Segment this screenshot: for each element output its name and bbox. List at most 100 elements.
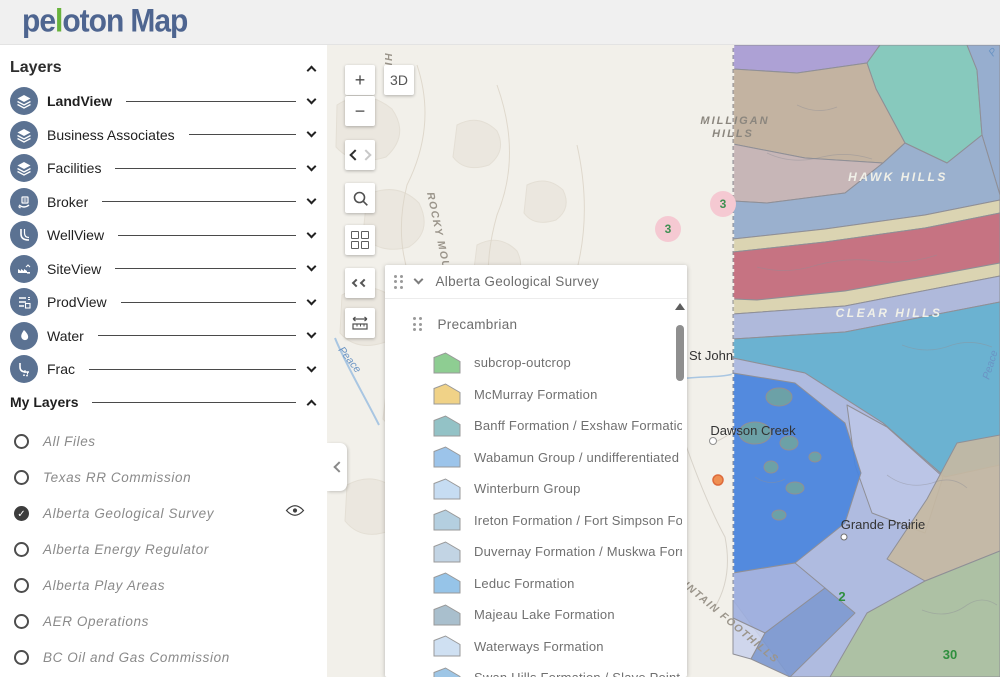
broker-hand-icon xyxy=(10,188,38,216)
legend-group-label: Precambrian xyxy=(438,317,518,332)
polygon-swatch-icon xyxy=(433,541,461,563)
legend-item-label: Duvernay Formation / Muskwa Format xyxy=(474,544,682,559)
radio-checked-icon[interactable]: ✓ xyxy=(14,506,29,521)
collapse-toolbar-button[interactable] xyxy=(345,268,375,298)
chevron-down-icon[interactable] xyxy=(413,275,423,285)
my-layer-label: Texas RR Commission xyxy=(43,470,191,485)
double-chevron-left-icon xyxy=(353,280,367,286)
cluster-badge[interactable]: 3 xyxy=(655,216,681,242)
my-layer-alberta-play-areas[interactable]: Alberta Play Areas xyxy=(10,567,315,603)
next-extent-icon[interactable] xyxy=(360,149,371,160)
legend-item-label: Ireton Formation / Fort Simpson Form xyxy=(474,513,682,528)
divider-line xyxy=(92,402,296,403)
layer-group-water[interactable]: Water xyxy=(10,322,315,350)
basemap-gallery-button[interactable] xyxy=(345,225,375,255)
radio-unchecked-icon[interactable] xyxy=(14,578,29,593)
scrollbar-thumb[interactable] xyxy=(676,325,684,381)
layer-group-label: WellView xyxy=(47,227,104,243)
polygon-swatch-icon xyxy=(433,572,461,594)
cluster-count: 3 xyxy=(665,222,672,236)
chevron-down-icon[interactable] xyxy=(307,94,317,104)
map-canvas[interactable]: MILLIGAN HILLS HAWK HILLS CLEAR HILLS RO… xyxy=(327,45,1000,677)
chevron-down-icon[interactable] xyxy=(307,128,317,138)
3d-view-button[interactable]: 3D xyxy=(384,65,414,95)
cluster-count: 3 xyxy=(720,197,727,211)
layer-group-frac[interactable]: Frac xyxy=(10,355,315,383)
divider-line xyxy=(98,335,296,336)
drag-handle-icon[interactable] xyxy=(413,317,422,331)
previous-extent-icon[interactable] xyxy=(349,149,360,160)
legend-item-label: Swan Hills Formation / Slave Point For xyxy=(474,670,682,677)
my-layers-section-header[interactable]: My Layers xyxy=(10,389,315,415)
layers-icon xyxy=(10,121,38,149)
radio-unchecked-icon[interactable] xyxy=(14,614,29,629)
chevron-down-icon[interactable] xyxy=(307,228,317,238)
radio-unchecked-icon[interactable] xyxy=(14,650,29,665)
dawson-creek-marker xyxy=(710,438,717,445)
my-layer-label: Alberta Play Areas xyxy=(43,578,165,593)
divider-line xyxy=(121,302,296,303)
chevron-down-icon[interactable] xyxy=(307,329,317,339)
polygon-swatch-icon xyxy=(433,478,461,500)
polygon-swatch-icon xyxy=(433,415,461,437)
polygon-swatch-icon xyxy=(433,352,461,374)
my-layer-all-files[interactable]: All Files xyxy=(10,423,315,459)
radio-unchecked-icon[interactable] xyxy=(14,542,29,557)
zoom-out-button[interactable]: − xyxy=(345,96,375,126)
layer-group-siteview[interactable]: SiteView xyxy=(10,255,315,283)
legend-item: Banff Formation / Exshaw Formation xyxy=(402,410,687,442)
polygon-swatch-icon xyxy=(433,635,461,657)
legend-item-label: Leduc Formation xyxy=(474,576,575,591)
legend-item: Waterways Formation xyxy=(402,631,687,663)
my-layer-alberta-energy-regulator[interactable]: Alberta Energy Regulator xyxy=(10,531,315,567)
layer-group-wellview[interactable]: WellView xyxy=(10,221,315,249)
layer-group-broker[interactable]: Broker xyxy=(10,188,315,216)
radio-unchecked-icon[interactable] xyxy=(14,470,29,485)
polygon-swatch-icon xyxy=(433,509,461,531)
logo-text: pe xyxy=(22,4,55,40)
chevron-down-icon[interactable] xyxy=(307,195,317,205)
chevron-down-icon[interactable] xyxy=(307,295,317,305)
layers-section-header[interactable]: Layers xyxy=(10,59,315,77)
radio-unchecked-icon[interactable] xyxy=(14,434,29,449)
my-layer-aer-operations[interactable]: AER Operations xyxy=(10,603,315,639)
polygon-swatch-icon xyxy=(433,604,461,626)
search-icon xyxy=(352,190,369,207)
layer-group-prodview[interactable]: ProdView xyxy=(10,288,315,316)
layer-group-business-associates[interactable]: Business Associates xyxy=(10,121,315,149)
search-button[interactable] xyxy=(345,183,375,213)
layer-group-facilities[interactable]: Facilities xyxy=(10,154,315,182)
my-layer-bc-oil-and-gas-commission[interactable]: BC Oil and Gas Commission xyxy=(10,639,315,675)
prev-next-extent-button[interactable] xyxy=(345,140,375,170)
layer-group-label: ProdView xyxy=(47,294,107,310)
legend-item: Wabamun Group / undifferentiated D xyxy=(402,442,687,474)
app-header: pelotonMap xyxy=(0,0,1000,45)
cluster-badge[interactable]: 3 xyxy=(710,191,736,217)
my-layer-texas-rr-commission[interactable]: Texas RR Commission xyxy=(10,459,315,495)
milligan-hills-label: HILLS xyxy=(712,128,754,140)
drag-handle-icon[interactable] xyxy=(394,275,403,289)
my-layer-alberta-geological-survey[interactable]: ✓ Alberta Geological Survey xyxy=(10,495,315,531)
zoom-in-button[interactable]: + xyxy=(345,65,375,95)
milligan-hills-label: MILLIGAN xyxy=(700,115,769,127)
chevron-up-icon[interactable] xyxy=(307,65,317,75)
legend-panel-title: Alberta Geological Survey xyxy=(436,274,600,289)
legend-scrollbar[interactable] xyxy=(674,301,686,677)
sidebar-collapse-tab[interactable] xyxy=(327,443,347,491)
scroll-up-arrow-icon[interactable] xyxy=(675,303,685,310)
basemap-grid-icon xyxy=(351,231,369,249)
dawson-creek-label: Dawson Creek xyxy=(710,423,796,438)
layers-heading: Layers xyxy=(10,59,62,77)
legend-item: Leduc Formation xyxy=(402,568,687,600)
layer-group-label: Water xyxy=(47,328,84,344)
clear-hills-label: CLEAR HILLS xyxy=(836,306,943,320)
layer-group-landview[interactable]: LandView xyxy=(10,87,315,115)
measure-button[interactable] xyxy=(345,308,375,338)
chevron-down-icon[interactable] xyxy=(307,262,317,272)
my-layers-heading: My Layers xyxy=(10,394,78,410)
visibility-eye-icon[interactable] xyxy=(285,504,305,522)
chevron-down-icon[interactable] xyxy=(307,362,317,372)
chevron-up-icon[interactable] xyxy=(307,399,317,409)
well-point-marker[interactable] xyxy=(713,475,723,485)
chevron-down-icon[interactable] xyxy=(307,161,317,171)
